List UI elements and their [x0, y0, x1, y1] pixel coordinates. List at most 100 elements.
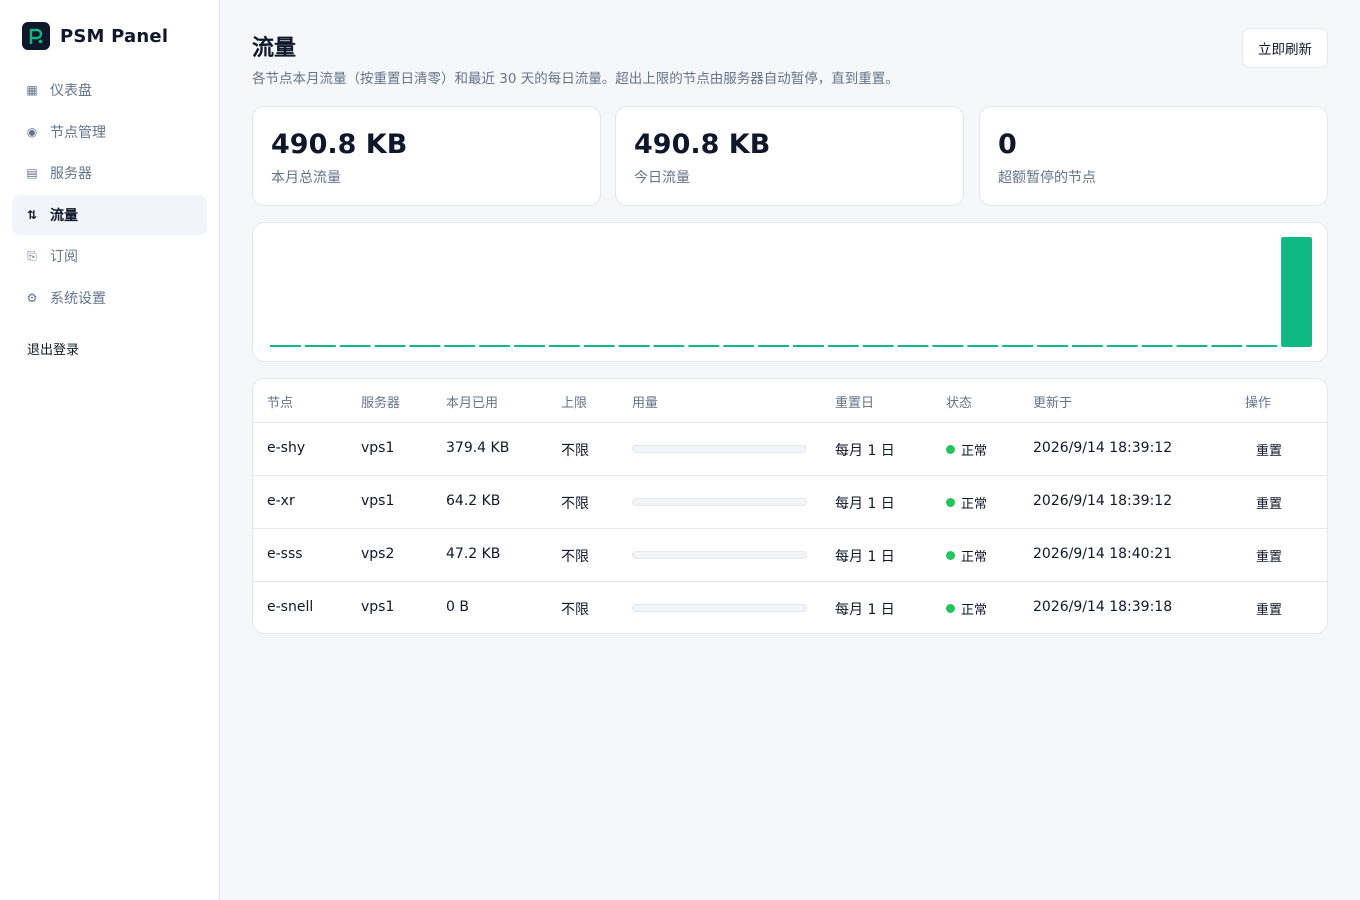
chart-bar: [479, 345, 511, 347]
page-description: 各节点本月流量（按重置日清零）和最近 30 天的每日流量。超出上限的节点由服务器…: [252, 71, 899, 87]
chart-bar: [514, 345, 545, 347]
chart-bar: [688, 345, 720, 347]
node-icon: ◉: [26, 124, 38, 139]
status-text: 正常: [961, 497, 988, 512]
chart-bar: [1211, 345, 1243, 347]
status-text: 正常: [961, 550, 988, 565]
sidebar-item-nodes[interactable]: ◉ 节点管理: [12, 112, 207, 152]
page-title: 流量: [252, 36, 297, 61]
column-header-status: 状态: [946, 396, 973, 411]
stat-value: 0: [998, 129, 1017, 160]
sidebar-item-label: 服务器: [50, 166, 92, 183]
column-header-actions: 操作: [1245, 396, 1272, 411]
chart-bar: [1071, 345, 1103, 347]
cell-limit: 不限: [561, 549, 589, 565]
refresh-button[interactable]: 立即刷新: [1242, 28, 1328, 68]
stat-label: 今日流量: [634, 170, 690, 186]
stat-value: 490.8 KB: [271, 129, 408, 160]
reset-button[interactable]: 重置: [1245, 541, 1293, 569]
sidebar-item-servers[interactable]: ▤ 服务器: [12, 153, 207, 193]
chart-bar: [1037, 345, 1068, 347]
document-icon: ⎘: [27, 248, 37, 263]
status-text: 正常: [961, 603, 988, 618]
cell-server: vps1: [361, 440, 395, 456]
sidebar-item-label: 节点管理: [50, 124, 106, 141]
chart-bar: [967, 345, 999, 347]
p-logo-icon: [22, 22, 50, 50]
logout-link[interactable]: 退出登录: [27, 339, 79, 358]
sidebar-item-settings[interactable]: ⚙ 系统设置: [12, 278, 207, 318]
cell-reset-day: 每月 1 日: [835, 549, 895, 565]
chart-bar: [897, 345, 929, 347]
sidebar-nav: ▦ 仪表盘 ◉ 节点管理 ▤ 服务器 ⇅ 流量 ⎘ 订阅 ⚙ 系统设置: [12, 70, 207, 320]
cell-updated: 2026/9/14 18:39:18: [1033, 599, 1173, 615]
sidebar-item-label: 仪表盘: [50, 83, 92, 99]
cell-node: e-sss: [267, 546, 303, 562]
chart-bar: [862, 345, 894, 347]
sidebar-item-label: 流量: [50, 207, 78, 224]
stat-value: 490.8 KB: [634, 129, 771, 160]
traffic-table: 节点 服务器 本月已用 上限 用量 重置日 状态 更新于 操作 e-shy vp…: [252, 378, 1328, 634]
column-header-reset-day: 重置日: [835, 396, 875, 411]
stat-label: 超额暂停的节点: [998, 170, 1096, 186]
chart-bar: [583, 345, 615, 347]
cell-node: e-xr: [267, 493, 295, 509]
chart-bar: [1141, 345, 1173, 347]
table-row: e-xr vps1 64.2 KB 不限 每月 1 日 正常 2026/9/14…: [253, 475, 1327, 528]
chart-bar: [1176, 345, 1208, 347]
sidebar-item-subscriptions[interactable]: ⎘ 订阅: [12, 236, 207, 276]
status-badge: 正常: [946, 493, 987, 512]
stat-card-today: 490.8 KB 今日流量: [615, 106, 964, 206]
brand[interactable]: PSM Panel: [22, 22, 168, 50]
chart-bar: [932, 345, 964, 347]
reset-button[interactable]: 重置: [1245, 594, 1293, 622]
cell-used: 47.2 KB: [446, 546, 501, 562]
status-dot-icon: [946, 551, 955, 560]
cell-node: e-shy: [267, 440, 306, 456]
reset-button[interactable]: 重置: [1245, 435, 1293, 463]
table-row: e-snell vps1 0 B 不限 每月 1 日 正常 2026/9/14 …: [253, 581, 1327, 633]
usage-progress-bar: [632, 498, 807, 506]
chart-bar: [793, 345, 824, 347]
column-header-usage: 用量: [632, 396, 659, 411]
chart-svg: [270, 237, 1312, 347]
chart-bar: [374, 345, 406, 347]
cell-used: 0 B: [446, 599, 469, 615]
chart-bar: [548, 345, 580, 347]
status-badge: 正常: [946, 546, 987, 565]
table-row: e-sss vps2 47.2 KB 不限 每月 1 日 正常 2026/9/1…: [253, 528, 1327, 581]
stat-card-suspended: 0 超额暂停的节点: [979, 106, 1328, 206]
cell-limit: 不限: [561, 443, 589, 459]
column-header-server: 服务器: [361, 396, 401, 411]
status-badge: 正常: [946, 440, 987, 459]
column-header-node: 节点: [267, 396, 294, 411]
column-header-limit: 上限: [561, 396, 588, 411]
grid-icon: ▦: [26, 83, 38, 97]
stat-card-month-total: 490.8 KB 本月总流量: [252, 106, 601, 206]
cell-updated: 2026/9/14 18:39:12: [1033, 493, 1173, 509]
column-header-used: 本月已用: [446, 396, 499, 411]
cell-reset-day: 每月 1 日: [835, 496, 895, 512]
reset-button[interactable]: 重置: [1245, 488, 1293, 516]
status-text: 正常: [961, 444, 988, 459]
chart-bar: [1106, 345, 1138, 347]
sidebar-item-label: 系统设置: [50, 290, 106, 307]
status-badge: 正常: [946, 599, 987, 618]
sidebar-item-traffic[interactable]: ⇅ 流量: [12, 194, 207, 235]
chart-bar: [653, 345, 685, 347]
cell-server: vps2: [361, 546, 395, 562]
sidebar-item-dashboard[interactable]: ▦ 仪表盘: [12, 70, 207, 110]
chart-bar: [270, 345, 301, 347]
cell-server: vps1: [361, 599, 395, 615]
status-dot-icon: [946, 498, 955, 507]
cell-reset-day: 每月 1 日: [835, 602, 895, 618]
stat-label: 本月总流量: [271, 170, 341, 186]
swap-arrows-icon: ⇅: [26, 207, 38, 222]
status-dot-icon: [946, 604, 955, 613]
usage-progress-bar: [632, 445, 807, 453]
app-name: PSM Panel: [60, 25, 169, 47]
cell-updated: 2026/9/14 18:39:12: [1033, 440, 1173, 456]
cell-reset-day: 每月 1 日: [835, 443, 895, 459]
chart-bar: [409, 345, 441, 347]
table-row: e-shy vps1 379.4 KB 不限 每月 1 日 正常 2026/9/…: [253, 422, 1327, 475]
